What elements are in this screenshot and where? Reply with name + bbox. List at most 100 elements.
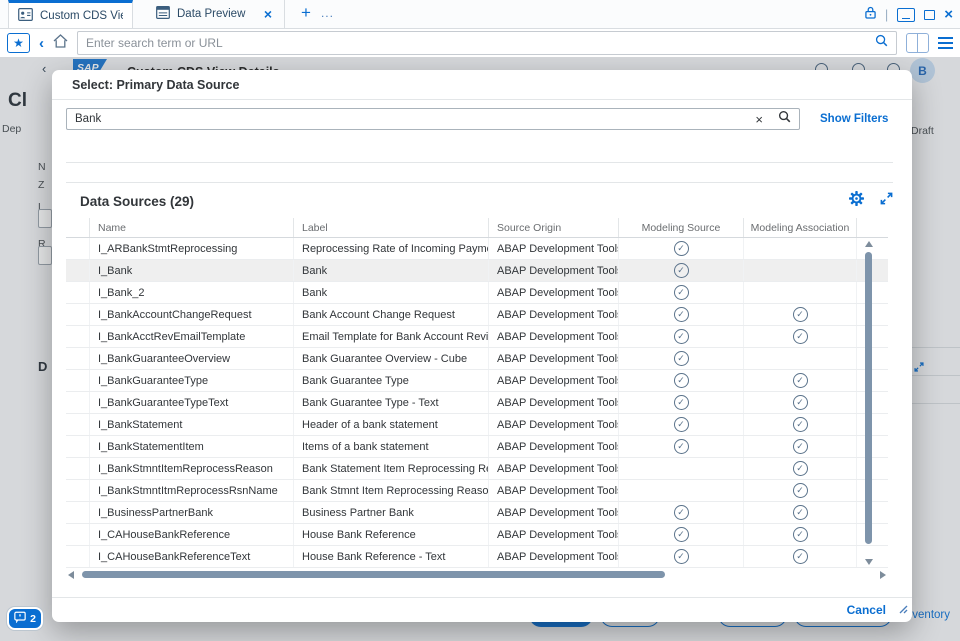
- column-header-modeling-source[interactable]: Modeling Source: [619, 218, 744, 237]
- row-selector: [66, 480, 90, 501]
- row-selector: [66, 392, 90, 413]
- maximize-button[interactable]: [924, 10, 935, 20]
- row-selector: [66, 282, 90, 303]
- table-body: I_ARBankStmtReprocessingReprocessing Rat…: [66, 238, 888, 568]
- table-row[interactable]: I_BankBankABAP Development Tools✓: [66, 260, 888, 282]
- search-icon[interactable]: [875, 34, 888, 52]
- scroll-up-arrow[interactable]: [865, 241, 873, 247]
- home-icon[interactable]: [53, 34, 68, 53]
- checked-icon: ✓: [793, 395, 808, 410]
- table-row[interactable]: I_BankStatementItemItems of a bank state…: [66, 436, 888, 458]
- cell-label: Reprocessing Rate of Incoming Payments: [294, 238, 489, 259]
- cell-source-origin: ABAP Development Tools: [489, 304, 619, 325]
- search-icon[interactable]: [778, 110, 791, 128]
- lock-icon: [865, 6, 876, 24]
- table-row[interactable]: I_BankAccountChangeRequestBank Account C…: [66, 304, 888, 326]
- cell-name: I_BankGuaranteeTypeText: [90, 392, 294, 413]
- row-selector: [66, 238, 90, 259]
- checked-icon: ✓: [674, 527, 689, 542]
- column-header-name[interactable]: Name: [90, 218, 294, 237]
- cell-modeling-association: ✓: [744, 370, 857, 391]
- table-row[interactable]: I_Bank_2BankABAP Development Tools✓: [66, 282, 888, 304]
- tab-strip: Custom CDS View Det Data Preview × + ...…: [0, 0, 960, 29]
- table-row[interactable]: I_BusinessPartnerBankBusiness Partner Ba…: [66, 502, 888, 524]
- clear-search-icon[interactable]: ×: [755, 113, 763, 126]
- vertical-scroll-thumb[interactable]: [865, 252, 872, 544]
- cell-name: I_Bank: [90, 260, 294, 281]
- back-button[interactable]: ‹: [39, 35, 44, 52]
- table-row[interactable]: I_CAHouseBankReferenceHouse Bank Referen…: [66, 524, 888, 546]
- more-tabs-button[interactable]: ...: [321, 0, 334, 28]
- column-header-modeling-association[interactable]: Modeling Association: [744, 218, 857, 237]
- cell-modeling-source: ✓: [619, 524, 744, 545]
- close-tab-icon[interactable]: ×: [261, 6, 275, 22]
- cell-label: Bank Guarantee Type: [294, 370, 489, 391]
- scroll-right-arrow[interactable]: [880, 571, 886, 579]
- bookmark-star-button[interactable]: ★: [7, 33, 30, 53]
- cell-name: I_CAHouseBankReferenceText: [90, 546, 294, 567]
- cell-name: I_BusinessPartnerBank: [90, 502, 294, 523]
- column-header-source-origin[interactable]: Source Origin: [489, 218, 619, 237]
- horizontal-scrollbar[interactable]: [66, 568, 888, 581]
- header-selector: [66, 218, 90, 237]
- cell-label: Bank: [294, 282, 489, 303]
- cell-name: I_Bank_2: [90, 282, 294, 303]
- table-row[interactable]: I_BankGuaranteeTypeBank Guarantee TypeAB…: [66, 370, 888, 392]
- fullscreen-expand-icon[interactable]: [880, 192, 893, 210]
- url-bar[interactable]: [77, 31, 897, 55]
- tab-label: Data Preview: [177, 8, 254, 20]
- table-row[interactable]: I_BankStatementHeader of a bank statemen…: [66, 414, 888, 436]
- dialog-cancel-button[interactable]: Cancel: [847, 603, 886, 617]
- cell-modeling-association: ✓: [744, 502, 857, 523]
- checked-icon: ✓: [674, 505, 689, 520]
- checked-icon: ✓: [793, 461, 808, 476]
- table-row[interactable]: I_ARBankStmtReprocessingReprocessing Rat…: [66, 238, 888, 260]
- split-view-icon[interactable]: [906, 33, 929, 53]
- tab-custom-cds-view[interactable]: Custom CDS View Det: [8, 0, 133, 28]
- minimize-button[interactable]: [897, 8, 915, 22]
- cell-modeling-association: [744, 260, 857, 281]
- table-row[interactable]: I_CAHouseBankReferenceTextHouse Bank Ref…: [66, 546, 888, 568]
- collaboration-badge[interactable]: 2: [7, 607, 43, 630]
- resize-grip[interactable]: [897, 601, 908, 619]
- cell-modeling-source: ✓: [619, 414, 744, 435]
- cell-modeling-association: [744, 282, 857, 303]
- checked-icon: ✓: [793, 527, 808, 542]
- cell-name: I_BankGuaranteeType: [90, 370, 294, 391]
- menu-icon[interactable]: [938, 37, 953, 49]
- cell-modeling-source: ✓: [619, 436, 744, 457]
- cell-modeling-association: [744, 238, 857, 259]
- table-row[interactable]: I_BankGuaranteeOverviewBank Guarantee Ov…: [66, 348, 888, 370]
- search-field[interactable]: ×: [66, 108, 800, 130]
- row-selector: [66, 458, 90, 479]
- url-input[interactable]: [86, 36, 867, 50]
- cell-source-origin: ABAP Development Tools: [489, 326, 619, 347]
- show-filters-link[interactable]: Show Filters: [820, 113, 888, 125]
- scroll-left-arrow[interactable]: [68, 571, 74, 579]
- close-window-button[interactable]: ×: [944, 7, 953, 22]
- cell-source-origin: ABAP Development Tools: [489, 524, 619, 545]
- cell-source-origin: ABAP Development Tools: [489, 436, 619, 457]
- separator: |: [885, 7, 888, 22]
- table-row[interactable]: I_BankGuaranteeTypeTextBank Guarantee Ty…: [66, 392, 888, 414]
- new-tab-button[interactable]: +: [285, 0, 321, 28]
- cell-source-origin: ABAP Development Tools: [489, 458, 619, 479]
- cell-source-origin: ABAP Development Tools: [489, 370, 619, 391]
- cell-modeling-association: ✓: [744, 524, 857, 545]
- scroll-down-arrow[interactable]: [865, 559, 873, 565]
- table-row[interactable]: I_BankAcctRevEmailTemplateEmail Template…: [66, 326, 888, 348]
- column-header-label[interactable]: Label: [294, 218, 489, 237]
- table-row[interactable]: I_BankStmntItemReprocessReasonBank State…: [66, 458, 888, 480]
- cell-name: I_CAHouseBankReference: [90, 524, 294, 545]
- checked-icon: ✓: [674, 241, 689, 256]
- horizontal-scroll-thumb[interactable]: [82, 571, 665, 578]
- table-row[interactable]: I_BankStmntItmReprocessRsnNameBank Stmnt…: [66, 480, 888, 502]
- checked-icon: ✓: [674, 373, 689, 388]
- search-input[interactable]: [75, 113, 740, 125]
- cell-modeling-association: ✓: [744, 304, 857, 325]
- checked-icon: ✓: [674, 329, 689, 344]
- checked-icon: ✓: [793, 505, 808, 520]
- settings-gear-icon[interactable]: [849, 191, 864, 211]
- vertical-scrollbar[interactable]: [864, 238, 874, 568]
- tab-data-preview[interactable]: Data Preview ×: [147, 0, 285, 28]
